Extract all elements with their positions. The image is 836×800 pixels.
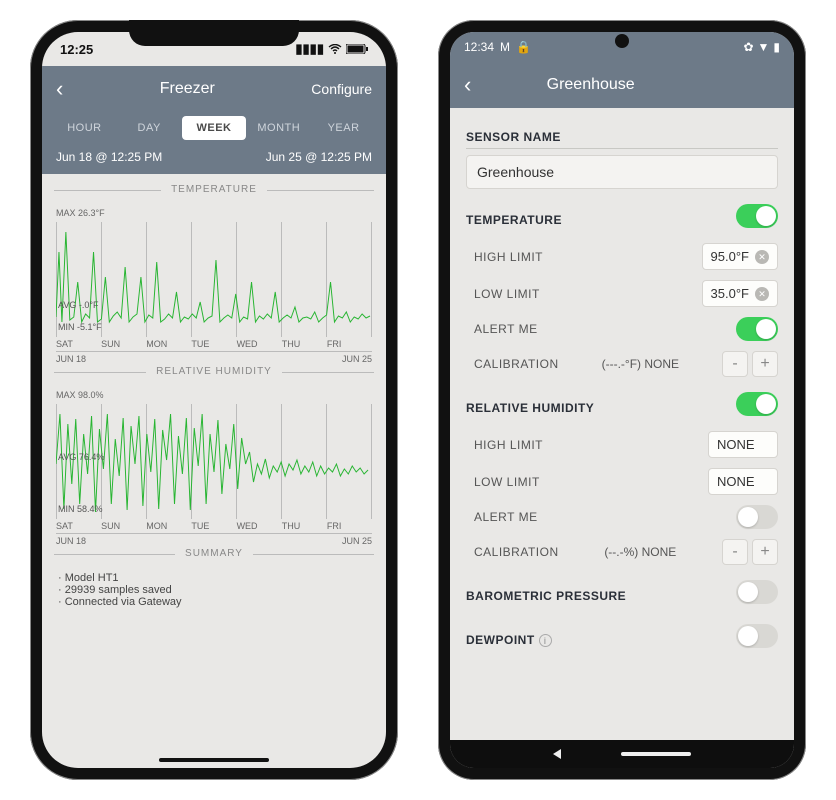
rh-high-input[interactable]: NONE — [708, 431, 778, 458]
tab-hour[interactable]: HOUR — [52, 116, 117, 140]
temp-max: MAX 26.3°F — [56, 208, 372, 218]
app-header-right: ‹ Greenhouse — [450, 62, 794, 108]
summary-item: Connected via Gateway — [58, 596, 370, 608]
screen-right: 12:34 M 🔒 ✿ ▼ ▮ ‹ Greenhouse SENSOR NAME… — [450, 32, 794, 768]
tab-year[interactable]: YEAR — [311, 116, 376, 140]
rh-alert-toggle[interactable] — [736, 505, 778, 529]
iphone-frame: 12:25 ▮▮▮▮ ‹ Freezer Configure HOUR DAY … — [30, 20, 398, 780]
clear-icon[interactable]: ✕ — [755, 287, 769, 301]
temp-alert-label: ALERT ME — [466, 322, 538, 336]
temp-min: MIN -5.1°F — [58, 322, 102, 332]
tab-day[interactable]: DAY — [117, 116, 182, 140]
humidity-chart[interactable]: MAX 98.0% AVG 76.4% MIN 58.4% SATSUNMONT… — [50, 390, 378, 546]
clear-icon[interactable]: ✕ — [755, 250, 769, 264]
tab-week[interactable]: WEEK — [182, 116, 247, 140]
rh-alert-label: ALERT ME — [466, 510, 538, 524]
wifi-icon — [328, 42, 342, 57]
page-title: Greenhouse — [547, 76, 635, 94]
temp-low-input[interactable]: 35.0°F✕ — [702, 280, 778, 307]
content-scroll[interactable]: TEMPERATURE MAX 26.3°F AVG -.0°F MIN -5.… — [42, 174, 386, 768]
range-start: Jun 18 @ 12:25 PM — [56, 150, 162, 164]
summary-item: 29939 samples saved — [58, 584, 370, 596]
calib-minus-button[interactable]: - — [722, 351, 748, 377]
rh-calib-label: CALIBRATION — [466, 545, 559, 559]
dewpoint-toggle[interactable] — [736, 624, 778, 648]
rh-low-label: LOW LIMIT — [466, 475, 540, 489]
summary-section-title: SUMMARY — [54, 554, 374, 566]
rh-min: MIN 58.4% — [58, 504, 103, 514]
temperature-chart[interactable]: MAX 26.3°F AVG -.0°F MIN -5.1°F SATSUNMO… — [50, 208, 378, 364]
status-time: 12:34 — [464, 40, 494, 54]
dewpoint-label: DEWPOINTi — [466, 633, 552, 647]
temp-calib-stepper: - + — [722, 351, 778, 377]
screen-left: 12:25 ▮▮▮▮ ‹ Freezer Configure HOUR DAY … — [42, 32, 386, 768]
sensor-name-input[interactable] — [466, 155, 778, 189]
range-end: Jun 25 @ 12:25 PM — [266, 150, 372, 164]
temp-high-input[interactable]: 95.0°F✕ — [702, 243, 778, 270]
battery-icon: ▮ — [773, 40, 780, 54]
info-icon[interactable]: i — [539, 634, 552, 647]
battery-icon — [346, 42, 368, 57]
rh-low-input[interactable]: NONE — [708, 468, 778, 495]
barometric-label: BAROMETRIC PRESSURE — [466, 589, 626, 603]
config-scroll[interactable]: SENSOR NAME TEMPERATURE HIGH LIMIT 95.0°… — [450, 108, 794, 740]
date-range: Jun 18 @ 12:25 PM Jun 25 @ 12:25 PM — [42, 144, 386, 174]
temp-calib-label: CALIBRATION — [466, 357, 559, 371]
temperature-toggle[interactable] — [736, 204, 778, 228]
humidity-section-title: RELATIVE HUMIDITY — [54, 372, 374, 384]
android-frame: 12:34 M 🔒 ✿ ▼ ▮ ‹ Greenhouse SENSOR NAME… — [438, 20, 806, 780]
lock-icon: 🔒 — [516, 40, 531, 54]
android-nav-bar — [450, 740, 794, 768]
humidity-toggle[interactable] — [736, 392, 778, 416]
temp-alert-toggle[interactable] — [736, 317, 778, 341]
summary-list: Model HT1 29939 samples saved Connected … — [50, 572, 378, 608]
rh-calib-stepper: - + — [722, 539, 778, 565]
temp-calib-value: (---.-°F) NONE — [559, 357, 722, 371]
notch — [129, 20, 299, 46]
configure-button[interactable]: Configure — [311, 81, 372, 97]
temperature-label: TEMPERATURE — [466, 213, 562, 227]
status-time: 12:25 — [60, 42, 93, 57]
home-indicator[interactable] — [159, 758, 269, 762]
rh-high-label: HIGH LIMIT — [466, 438, 543, 452]
temp-low-label: LOW LIMIT — [466, 287, 540, 301]
rh-xaxis: SATSUNMONTUEWEDTHUFRI — [56, 521, 372, 534]
rh-avg: AVG 76.4% — [58, 452, 104, 462]
wifi-icon: ▼ — [758, 40, 770, 54]
app-header: ‹ Freezer Configure — [42, 66, 386, 112]
temp-xaxis: SATSUNMONTUEWEDTHUFRI — [56, 339, 372, 352]
back-button[interactable]: ‹ — [464, 72, 471, 98]
rh-max: MAX 98.0% — [56, 390, 372, 400]
barometric-toggle[interactable] — [736, 580, 778, 604]
status-icons: ▮▮▮▮ — [295, 41, 368, 57]
calib-minus-button[interactable]: - — [722, 539, 748, 565]
humidity-label: RELATIVE HUMIDITY — [466, 401, 594, 415]
temp-avg: AVG -.0°F — [58, 300, 98, 310]
nav-back-button[interactable] — [553, 749, 561, 759]
camera-punch — [615, 34, 629, 48]
range-tabs: HOUR DAY WEEK MONTH YEAR — [42, 112, 386, 144]
gmail-icon: M — [500, 40, 510, 54]
back-button[interactable]: ‹ — [56, 76, 63, 102]
gear-icon: ✿ — [743, 40, 753, 54]
sensor-name-label: SENSOR NAME — [466, 130, 778, 149]
rh-calib-value: (--.-%) NONE — [559, 545, 722, 559]
calib-plus-button[interactable]: + — [752, 539, 778, 565]
temperature-section-title: TEMPERATURE — [54, 190, 374, 202]
nav-home-button[interactable] — [621, 752, 691, 756]
calib-plus-button[interactable]: + — [752, 351, 778, 377]
tab-month[interactable]: MONTH — [246, 116, 311, 140]
page-title: Freezer — [160, 80, 215, 98]
signal-icon: ▮▮▮▮ — [295, 41, 324, 57]
summary-item: Model HT1 — [58, 572, 370, 584]
temp-high-label: HIGH LIMIT — [466, 250, 543, 264]
temp-sparkline — [56, 222, 372, 337]
